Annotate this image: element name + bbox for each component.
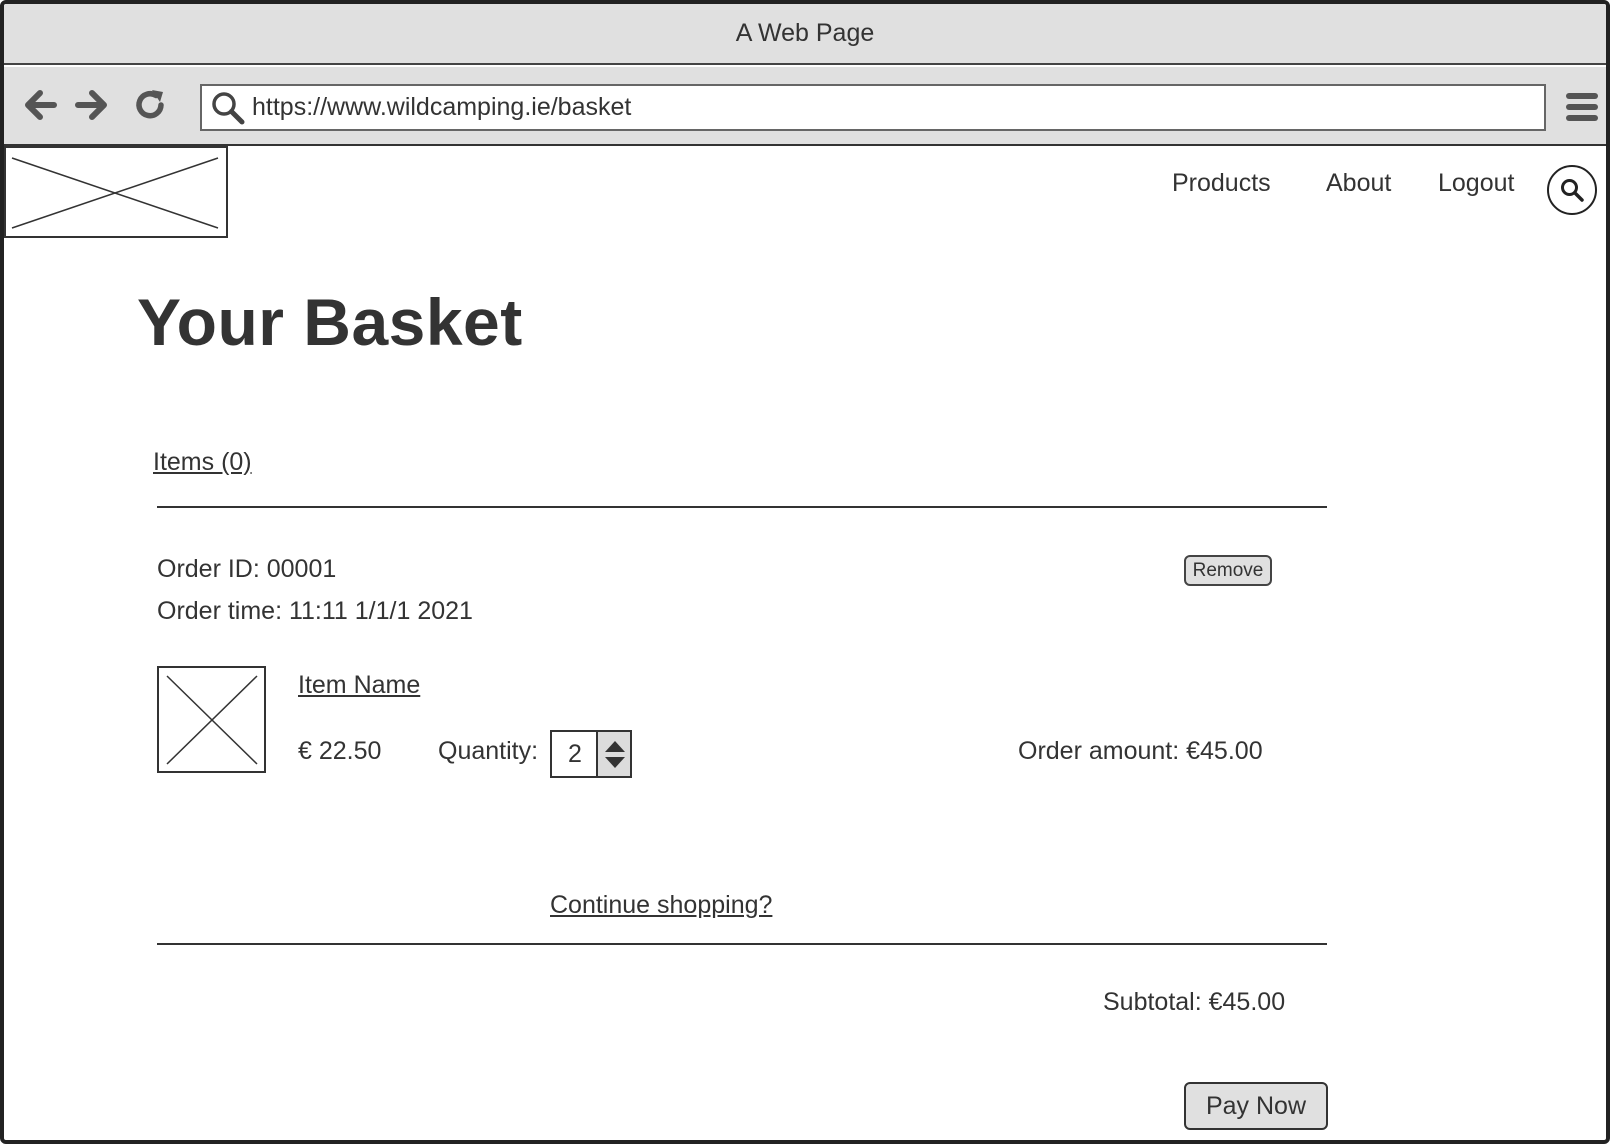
hamburger-menu-icon[interactable] xyxy=(1564,89,1600,125)
nav-link-products[interactable]: Products xyxy=(1172,169,1271,198)
forward-arrow-icon[interactable] xyxy=(74,87,110,123)
order-time: Order time: 11:11 1/1/1 2021 xyxy=(157,597,473,625)
browser-toolbar xyxy=(4,67,1606,146)
search-icon xyxy=(212,91,245,124)
quantity-label: Quantity: xyxy=(438,737,539,765)
pay-now-button[interactable]: Pay Now xyxy=(1184,1082,1328,1130)
items-count-link[interactable]: Items (0) xyxy=(153,448,252,477)
quantity-input[interactable] xyxy=(552,732,598,776)
address-bar[interactable] xyxy=(200,84,1546,131)
image-placeholder-icon xyxy=(166,675,258,765)
quantity-spinner[interactable] xyxy=(596,732,630,776)
site-nav: Products About Logout xyxy=(4,169,1606,209)
order-id: Order ID: 00001 xyxy=(157,555,337,583)
item-image-placeholder[interactable] xyxy=(157,666,266,773)
spinner-arrows-icon[interactable] xyxy=(598,732,632,776)
subtotal: Subtotal: €45.00 xyxy=(1103,988,1286,1016)
site-search-button[interactable] xyxy=(1547,165,1597,215)
browser-window: A Web Page https://www.wildcamping.ie/ba… xyxy=(0,0,1610,1144)
window-titlebar: A Web Page xyxy=(4,4,1606,65)
search-icon xyxy=(1561,179,1584,202)
nav-link-about[interactable]: About xyxy=(1326,169,1391,198)
continue-shopping-link[interactable]: Continue shopping? xyxy=(550,891,772,920)
divider xyxy=(157,943,1327,945)
back-arrow-icon[interactable] xyxy=(22,87,58,123)
item-name-link[interactable]: Item Name xyxy=(298,671,420,700)
page-title: Your Basket xyxy=(137,285,523,359)
item-price: € 22.50 xyxy=(298,737,382,765)
remove-button[interactable]: Remove xyxy=(1184,555,1272,586)
reload-icon[interactable] xyxy=(132,87,168,123)
nav-link-logout[interactable]: Logout xyxy=(1438,169,1514,198)
quantity-stepper[interactable] xyxy=(550,730,632,778)
window-title: A Web Page xyxy=(735,19,875,47)
divider xyxy=(157,506,1327,508)
order-amount: Order amount: €45.00 xyxy=(1018,737,1263,765)
url-input[interactable] xyxy=(246,87,1526,128)
